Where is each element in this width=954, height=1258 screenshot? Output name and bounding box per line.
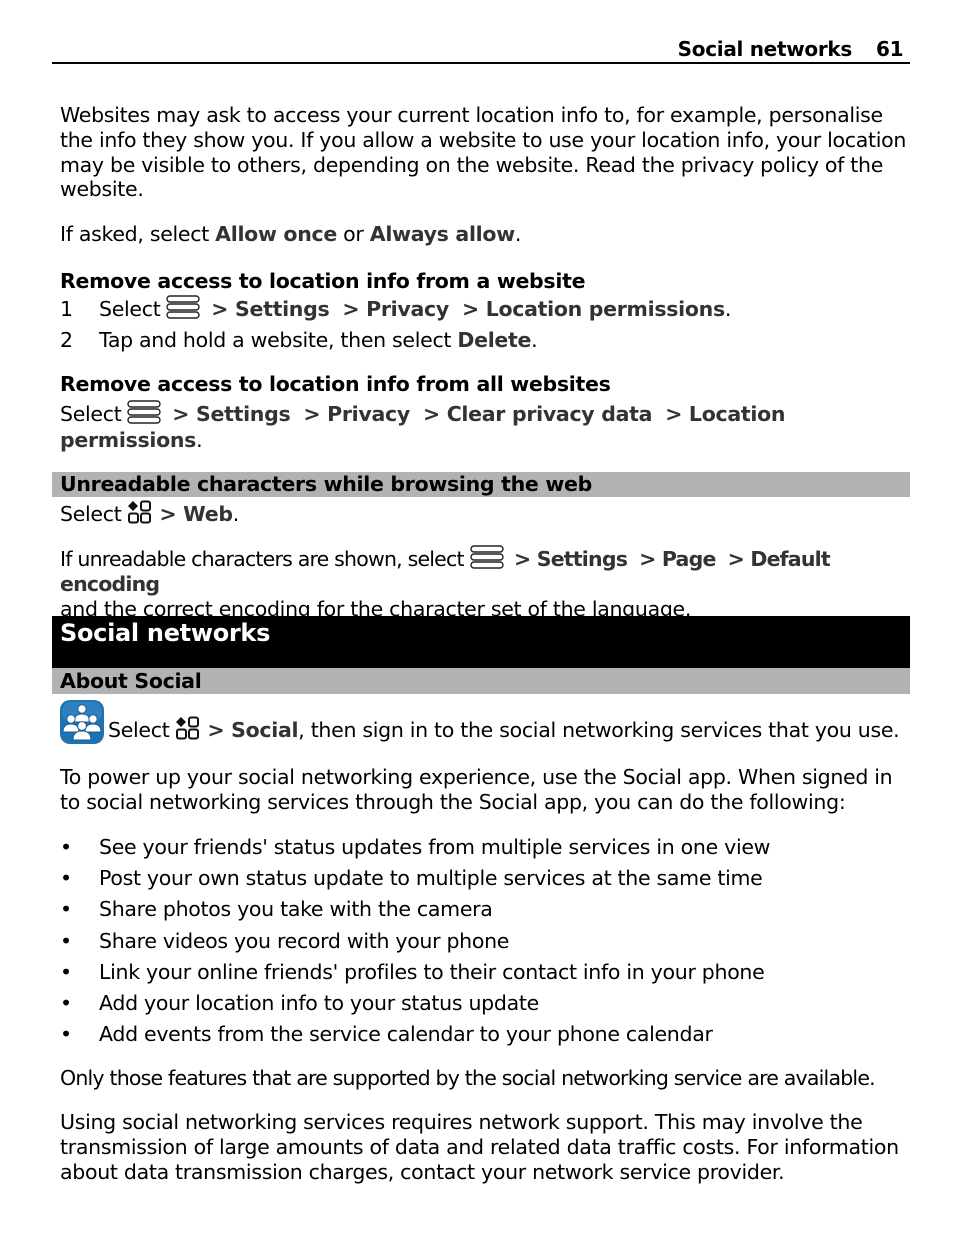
list-item: • Add your location info to your status u… (60, 990, 539, 1015)
web-select-line: Select > Web. (60, 500, 239, 526)
remove-one-heading: Remove access to location info from a we… (60, 269, 586, 293)
apps-icon (127, 500, 153, 524)
step-number: 1 (60, 297, 73, 321)
page-number: 61 (876, 37, 904, 61)
network-costs-paragraph: Using social networking services require… (60, 1110, 899, 1184)
chapter-title: Social networks (52, 616, 910, 668)
social-select-line: Select > Social, then sign in to the soc… (108, 716, 900, 742)
list-item: • Share videos you record with your phone (60, 928, 510, 953)
web-term: > Web (159, 502, 233, 526)
list-item: • Link your online friends' profiles to t… (60, 959, 765, 984)
social-intro-paragraph: To power up your social networking exper… (60, 765, 893, 814)
if-asked-line: If asked, select Allow once or Always al… (60, 222, 522, 246)
menu-icon (166, 295, 201, 319)
step-2: 2 Tap and hold a website, then select Del… (60, 328, 538, 352)
about-social-heading: About Social (52, 668, 910, 694)
encoding-instruction: If unreadable characters are shown, sele… (60, 545, 831, 621)
unreadable-section-heading: Unreadable characters while browsing the… (52, 472, 910, 497)
delete-term: Delete (457, 328, 532, 352)
step-1: 1 Select > Settings > Privacy > Location … (60, 295, 732, 321)
running-header-title: Social networks (677, 37, 853, 61)
always-allow-term: Always allow (369, 222, 515, 246)
list-item: • Share photos you take with the camera (60, 897, 493, 922)
running-header: Social networks 61 (52, 36, 910, 64)
remove-all-instruction: Select > Settings > Privacy > Clear priv… (60, 400, 786, 452)
step-number: 2 (60, 328, 73, 352)
manual-page: Social networks 61 Websites may ask to ac… (0, 0, 954, 1258)
list-item: • Add events from the service calendar to… (60, 1022, 713, 1047)
list-item: • See your friends' status updates from m… (60, 835, 771, 859)
supported-features-note: Only those features that are supported b… (60, 1066, 876, 1090)
remove-all-heading: Remove access to location info from all … (60, 372, 611, 396)
social-app-icon (60, 700, 104, 744)
intro-paragraph: Websites may ask to access your current … (60, 103, 907, 202)
menu-icon (469, 545, 504, 569)
social-features-list: • See your friends' status updates from m… (60, 832, 910, 1050)
list-item: • Post your own status update to multiple… (60, 866, 763, 891)
allow-once-term: Allow once (215, 222, 337, 246)
menu-icon (127, 400, 162, 424)
social-term: > Social (207, 718, 299, 742)
apps-icon (175, 716, 201, 740)
